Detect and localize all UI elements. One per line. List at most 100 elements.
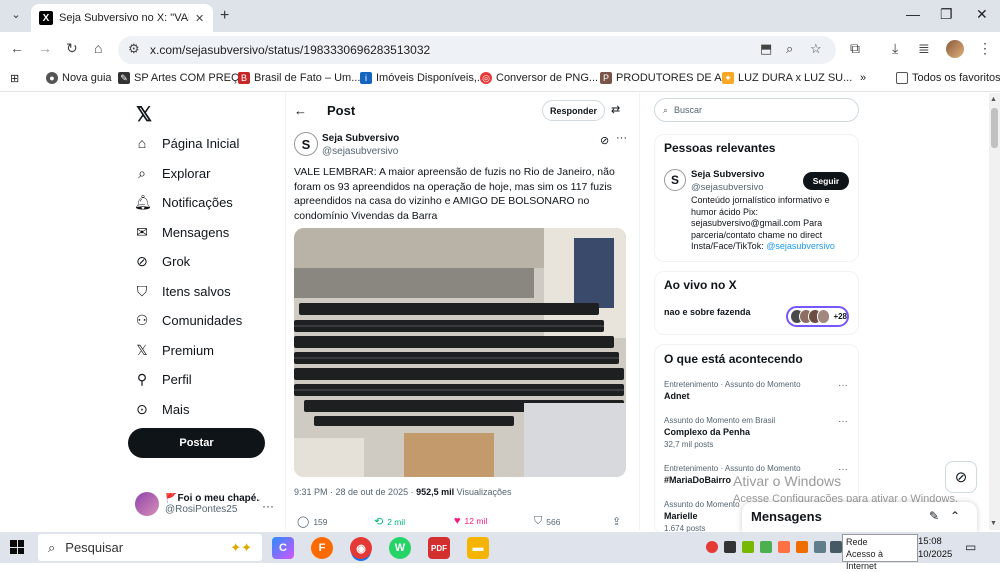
close-window-icon[interactable]: ✕ (976, 6, 988, 23)
tray-app-icon[interactable] (724, 541, 736, 553)
x-logo-icon[interactable]: 𝕏 (136, 102, 152, 127)
profile-avatar[interactable] (946, 40, 964, 58)
media-control-icon[interactable]: ≣ (918, 40, 930, 57)
close-tab-icon[interactable]: ✕ (195, 12, 204, 25)
file-explorer-icon[interactable]: ▬ (467, 537, 489, 559)
sliders-icon[interactable]: ⇄ (611, 103, 620, 116)
nav-bookmarks[interactable]: ⛉ Itens salvos (134, 283, 231, 300)
trend-name[interactable]: Adnet (664, 391, 690, 401)
firefox-icon[interactable]: F (311, 537, 333, 559)
author-avatar[interactable]: S (294, 132, 318, 156)
new-tab-icon[interactable]: + (220, 7, 229, 25)
nav-grok[interactable]: ⊘ Grok (134, 253, 190, 270)
author-handle[interactable]: @sejasubversivo (322, 146, 398, 157)
more-bookmarks-icon[interactable]: » (860, 72, 866, 84)
nav-premium[interactable]: 𝕏 Premium (134, 342, 214, 359)
bio-handle-link[interactable]: @sejasubversivo (766, 241, 835, 251)
home-icon[interactable]: ⌂ (94, 40, 102, 56)
grok-explain-icon[interactable]: ⊘ (600, 134, 609, 147)
live-listeners-pill[interactable]: +28 (786, 306, 849, 327)
bookmark-brasil-de-fato[interactable]: B Brasil de Fato – Um... (238, 72, 360, 84)
relevant-handle[interactable]: @sejasubversivo (691, 182, 763, 193)
whatsapp-icon[interactable]: W (389, 537, 411, 559)
trend-more-icon[interactable]: ··· (838, 416, 848, 427)
back-icon[interactable]: ← (10, 40, 24, 56)
site-info-icon[interactable]: ⚙ (128, 41, 140, 57)
follow-button[interactable]: Seguir (803, 172, 849, 190)
post-image[interactable] (294, 228, 626, 477)
share-action[interactable]: ⇪ (612, 515, 621, 528)
post-button[interactable]: Postar (128, 428, 265, 458)
page-title: Post (327, 103, 356, 118)
minimize-icon[interactable]: — (906, 6, 920, 22)
like-action[interactable]: ♥ 12 mil (454, 515, 487, 527)
restore-icon[interactable]: ❐ (940, 6, 953, 23)
trend-name[interactable]: Complexo da Penha (664, 427, 750, 437)
bookmark-star-icon[interactable]: ☆ (810, 41, 822, 57)
bookmark-conversor[interactable]: ◎ Conversor de PNG... (480, 72, 598, 84)
tray-app-icon[interactable] (814, 541, 826, 553)
bookmark-luz-dura[interactable]: ✦ LUZ DURA x LUZ SU... (722, 72, 852, 84)
nav-messages[interactable]: ✉ Mensagens (134, 224, 229, 241)
bookmark-action[interactable]: ⛉ 566 (534, 515, 560, 528)
scroll-down-icon[interactable]: ▼ (990, 520, 997, 527)
live-space-title[interactable]: nao e sobre fazenda (664, 307, 751, 317)
trend-more-icon[interactable]: ··· (838, 380, 848, 391)
bookmark-nova-guia[interactable]: ● Nova guia (46, 72, 112, 84)
nav-communities[interactable]: ⚇ Comunidades (134, 312, 243, 329)
account-switcher[interactable]: 🚩Foi o meu chapé... @RosiPontes25 (135, 492, 260, 516)
install-app-icon[interactable]: ⬒ (760, 41, 772, 57)
tab-search-chevron-icon[interactable]: ⌄ (6, 8, 26, 24)
pdf-app-icon[interactable]: PDF (428, 537, 450, 559)
scroll-up-icon[interactable]: ▲ (990, 96, 997, 103)
repost-action[interactable]: ⟲ 2 mil (374, 515, 405, 528)
nav-notifications[interactable]: 🔔︎ Notificações (134, 194, 233, 211)
page-scrollbar[interactable] (989, 93, 1000, 530)
tray-app-icon[interactable] (778, 541, 790, 553)
scroll-thumb[interactable] (991, 108, 998, 148)
nav-more[interactable]: ⊙ Mais (134, 401, 189, 418)
notifications-icon[interactable]: ▭ (965, 540, 976, 554)
nav-home[interactable]: ⌂ Página Inicial (134, 135, 240, 151)
taskbar-clock[interactable]: 15:08 10/2025 (918, 535, 952, 561)
taskbar-search[interactable]: ⌕ Pesquisar ✦✦ (38, 534, 262, 561)
forward-icon[interactable]: → (38, 40, 52, 56)
bookmark-imoveis[interactable]: i Imóveis Disponíveis,... (360, 72, 486, 84)
nav-explore[interactable]: ⌕ Explorar (134, 165, 210, 182)
all-bookmarks[interactable]: Todos os favoritos (896, 72, 1000, 84)
relevant-avatar[interactable]: S (664, 169, 686, 191)
windows-start-icon[interactable] (10, 540, 24, 554)
browser-menu-icon[interactable]: ⋮ (978, 40, 992, 57)
grok-floating-icon[interactable]: ⊘ (945, 461, 977, 493)
bookmark-sp-artes[interactable]: ✎ SP Artes COM PREÇ... (118, 72, 248, 84)
trend-name[interactable]: Marielle (664, 511, 698, 521)
copilot-icon[interactable]: C (272, 537, 294, 559)
relevant-name[interactable]: Seja Subversivo (691, 169, 764, 180)
tray-app-icon[interactable] (796, 541, 808, 553)
new-message-icon[interactable]: ✎ (929, 509, 939, 523)
expand-drawer-icon[interactable]: ⌃ (950, 509, 960, 523)
tray-nvidia-icon[interactable] (742, 541, 754, 553)
url-text[interactable]: x.com/sejasubversivo/status/198333069628… (150, 43, 430, 57)
post-more-icon[interactable]: ··· (616, 132, 627, 144)
search-input[interactable]: ⌕ Buscar (654, 98, 859, 122)
downloads-icon[interactable]: ⤓ (892, 40, 898, 57)
account-more-icon[interactable]: ··· (262, 499, 274, 513)
tray-chrome-icon[interactable] (706, 541, 718, 553)
back-arrow-icon[interactable]: ← (294, 103, 307, 118)
reply-action[interactable]: ◯ 159 (297, 515, 328, 528)
tray-app-icon[interactable] (760, 541, 772, 553)
zoom-icon[interactable]: ⌕ (786, 41, 793, 57)
extensions-icon[interactable]: ⧉ (850, 40, 860, 57)
post-timestamp[interactable]: 9:31 PM · 28 de out de 2025 · (294, 487, 416, 497)
bookmark-produtores[interactable]: P PRODUTORES DE A... (600, 72, 731, 84)
chrome-icon[interactable]: ◉ (350, 537, 372, 559)
tray-app-icon[interactable] (830, 541, 842, 553)
browser-tab[interactable]: X Seja Subversivo no X: "VALE LEMBRAR ✕ (31, 4, 213, 32)
reply-button[interactable]: Responder (542, 100, 605, 121)
reload-icon[interactable]: ↻ (66, 40, 78, 57)
apps-icon[interactable]: ⊞ (10, 72, 19, 85)
nav-profile[interactable]: ⚲ Perfil (134, 371, 192, 388)
trend-name[interactable]: #MariaDoBairro (664, 475, 731, 485)
author-name[interactable]: Seja Subversivo (322, 133, 399, 144)
